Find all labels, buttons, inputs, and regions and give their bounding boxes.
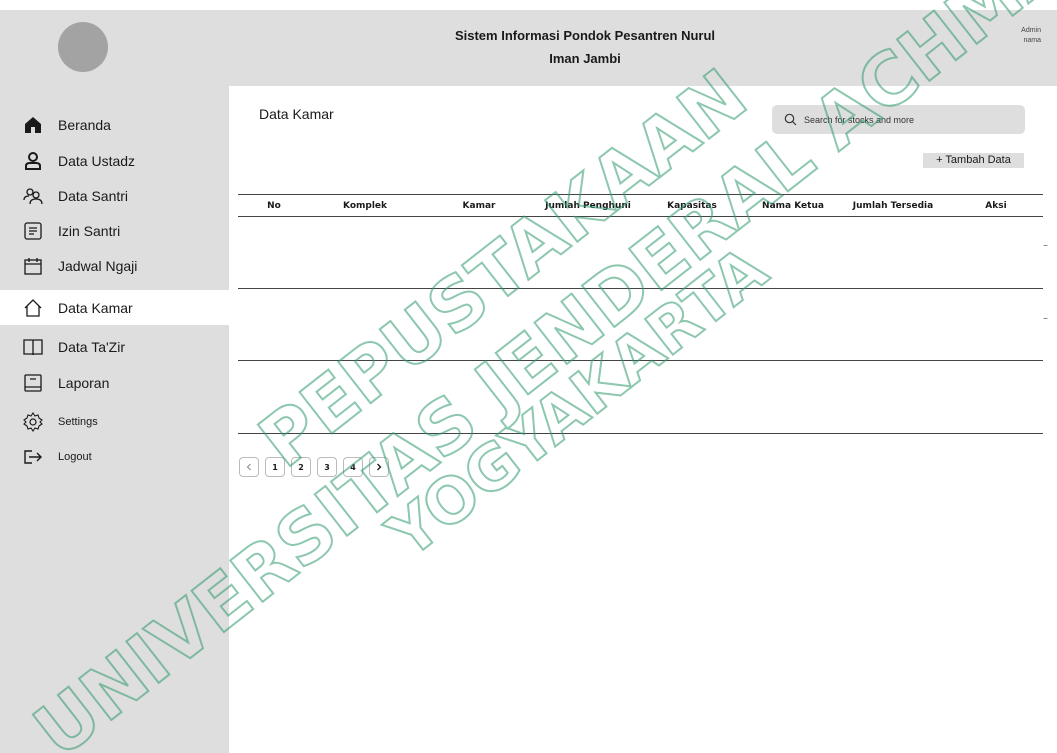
table-row <box>238 217 1043 289</box>
user-icon <box>23 151 43 171</box>
sidebar-item-label: Settings <box>58 415 98 428</box>
house-outline-icon <box>23 298 43 318</box>
column-header-jumlah-penghuni: Jumlah Penghuni <box>545 201 631 211</box>
sidebar-item-data-kamar[interactable]: Data Kamar <box>0 290 229 325</box>
document-icon <box>23 221 43 241</box>
report-icon <box>23 373 43 393</box>
top-header: Sistem Informasi Pondok Pesantren Nurul … <box>0 10 1057 86</box>
logout-icon <box>23 447 43 467</box>
sidebar-item-data-santri[interactable]: Data Santri <box>0 178 229 213</box>
pagination: 1 2 3 4 <box>239 457 389 477</box>
pagination-prev-button[interactable] <box>239 457 259 477</box>
sidebar-item-beranda[interactable]: Beranda <box>0 107 229 142</box>
table-row <box>238 289 1043 361</box>
column-header-nama-ketua: Nama Ketua <box>762 201 824 211</box>
app-title: Sistem Informasi Pondok Pesantren Nurul … <box>430 24 740 70</box>
column-header-aksi: Aksi <box>985 201 1007 211</box>
logo-avatar <box>58 22 108 72</box>
column-header-no: No <box>267 201 281 211</box>
user-info[interactable]: Admin nama <box>1021 26 1041 46</box>
sidebar-item-label: Data Ustadz <box>58 152 136 169</box>
page-title: Data Kamar <box>259 106 334 122</box>
pagination-page-4[interactable]: 4 <box>343 457 363 477</box>
user-name: nama <box>1023 37 1041 44</box>
home-icon <box>23 115 43 135</box>
row-action-marker[interactable]: – <box>1043 240 1048 251</box>
pagination-next-button[interactable] <box>369 457 389 477</box>
sidebar-item-label: Laporan <box>58 374 110 391</box>
sidebar-item-jadwal-ngaji[interactable]: Jadwal Ngaji <box>0 248 229 283</box>
user-role: Admin <box>1021 27 1041 34</box>
pagination-page-2[interactable]: 2 <box>291 457 311 477</box>
gear-icon <box>23 411 43 432</box>
sidebar-item-label: Data Ta'Zir <box>58 338 125 355</box>
sidebar-item-izin-santri[interactable]: Izin Santri <box>0 213 229 248</box>
sidebar-item-label: Jadwal Ngaji <box>58 257 138 274</box>
sidebar-item-label: Data Santri <box>58 187 129 204</box>
row-action-marker[interactable]: – <box>1043 313 1048 324</box>
book-icon <box>23 337 43 357</box>
search-input[interactable] <box>804 111 1014 128</box>
column-header-kapasitas: Kapasitas <box>667 201 717 211</box>
app-title-line2: Iman Jambi <box>549 51 621 66</box>
sidebar: Beranda Data Ustadz Data Santri Izin San… <box>0 86 229 753</box>
users-icon <box>23 186 43 206</box>
column-header-kamar: Kamar <box>462 201 496 211</box>
add-data-button[interactable]: + Tambah Data <box>923 153 1024 168</box>
sidebar-item-label: Data Kamar <box>58 299 133 316</box>
pagination-page-1[interactable]: 1 <box>265 457 285 477</box>
sidebar-item-data-tazir[interactable]: Data Ta'Zir <box>0 329 229 364</box>
sidebar-item-data-ustadz[interactable]: Data Ustadz <box>0 143 229 178</box>
column-header-jumlah-tersedia: Jumlah Tersedia <box>852 201 934 211</box>
sidebar-item-label: Izin Santri <box>58 222 121 239</box>
sidebar-item-logout[interactable]: Logout <box>0 439 229 474</box>
table-header: No Komplek Kamar Jumlah Penghuni Kapasit… <box>238 194 1043 217</box>
sidebar-item-laporan[interactable]: Laporan <box>0 365 229 400</box>
calendar-icon <box>23 256 43 276</box>
chevron-left-icon <box>246 463 251 471</box>
sidebar-item-settings[interactable]: Settings <box>0 404 229 439</box>
column-header-komplek: Komplek <box>343 201 387 211</box>
app-title-line1: Sistem Informasi Pondok Pesantren Nurul <box>454 28 716 43</box>
sidebar-item-label: Logout <box>58 450 92 463</box>
search-icon <box>784 113 797 126</box>
pagination-page-3[interactable]: 3 <box>317 457 337 477</box>
table-row <box>238 362 1043 434</box>
search-box[interactable] <box>772 105 1025 134</box>
chevron-right-icon <box>377 463 382 471</box>
sidebar-item-label: Beranda <box>58 116 111 133</box>
